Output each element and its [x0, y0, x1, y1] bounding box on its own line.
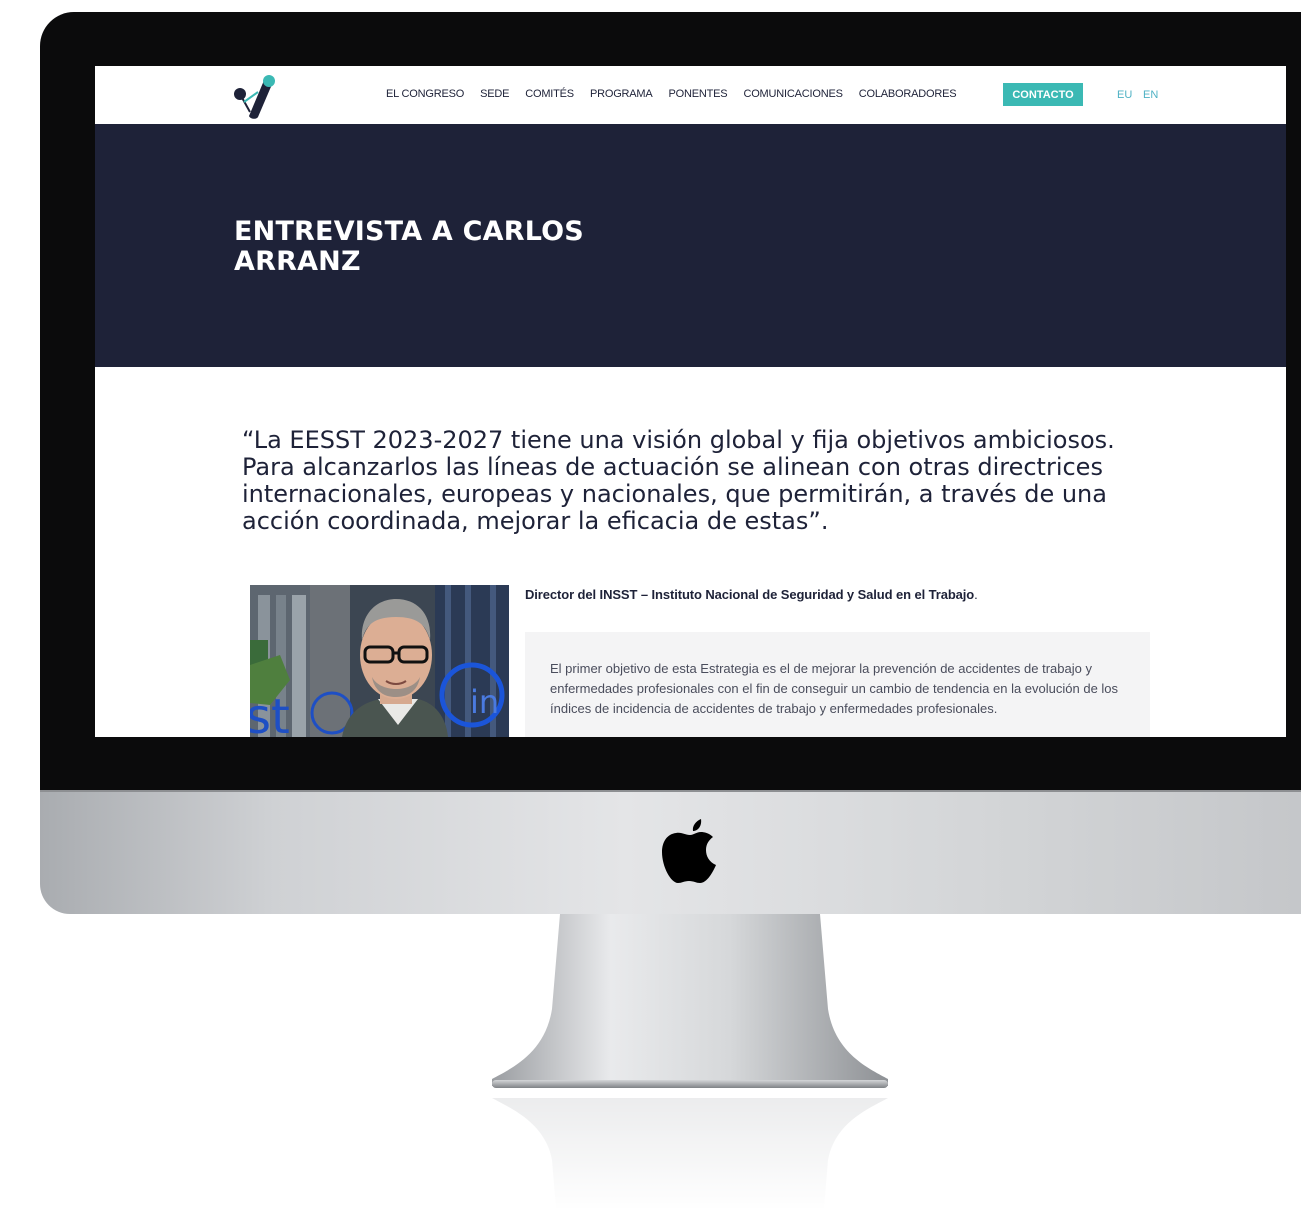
- nav-comunicaciones[interactable]: COMUNICACIONES: [743, 88, 842, 100]
- speaker-photo: st in: [250, 585, 509, 737]
- nav-programa[interactable]: PROGRAMA: [590, 88, 653, 100]
- speaker-role-period: .: [974, 587, 978, 602]
- nav-comites[interactable]: COMITÉS: [525, 88, 574, 100]
- monitor-screen: EL CONGRESO SEDE COMITÉS PROGRAMA PONENT…: [95, 66, 1286, 737]
- lang-eu-link[interactable]: EU: [1117, 89, 1132, 101]
- monitor-stand: [492, 914, 888, 1088]
- monitor-chin-seam: [40, 790, 1301, 792]
- svg-text:in: in: [470, 683, 499, 721]
- main-nav: EL CONGRESO SEDE COMITÉS PROGRAMA PONENT…: [386, 88, 972, 100]
- nav-sede[interactable]: SEDE: [480, 88, 509, 100]
- nav-el-congreso[interactable]: EL CONGRESO: [386, 88, 464, 100]
- hero-banner: ENTREVISTA A CARLOS ARRANZ: [95, 124, 1286, 367]
- article-excerpt: El primer objetivo de esta Estrategia es…: [550, 661, 1119, 716]
- congress-logo-icon[interactable]: [232, 72, 278, 120]
- article-excerpt-box: El primer objetivo de esta Estrategia es…: [525, 632, 1150, 737]
- svg-text:st: st: [250, 689, 290, 737]
- speaker-role-text: Director del INSST – Instituto Nacional …: [525, 587, 975, 602]
- speaker-role: Director del INSST – Instituto Nacional …: [525, 587, 978, 602]
- site-header: EL CONGRESO SEDE COMITÉS PROGRAMA PONENT…: [95, 66, 1286, 124]
- nav-colaboradores[interactable]: COLABORADORES: [859, 88, 957, 100]
- lang-en-link[interactable]: EN: [1143, 89, 1158, 101]
- contacto-button[interactable]: CONTACTO: [1003, 83, 1083, 106]
- page-title: ENTREVISTA A CARLOS ARRANZ: [234, 216, 584, 277]
- apple-logo-icon: [662, 819, 716, 883]
- stand-reflection: [492, 1098, 888, 1209]
- interview-quote: “La EESST 2023-2027 tiene una visión glo…: [242, 426, 1115, 535]
- nav-ponentes[interactable]: PONENTES: [669, 88, 728, 100]
